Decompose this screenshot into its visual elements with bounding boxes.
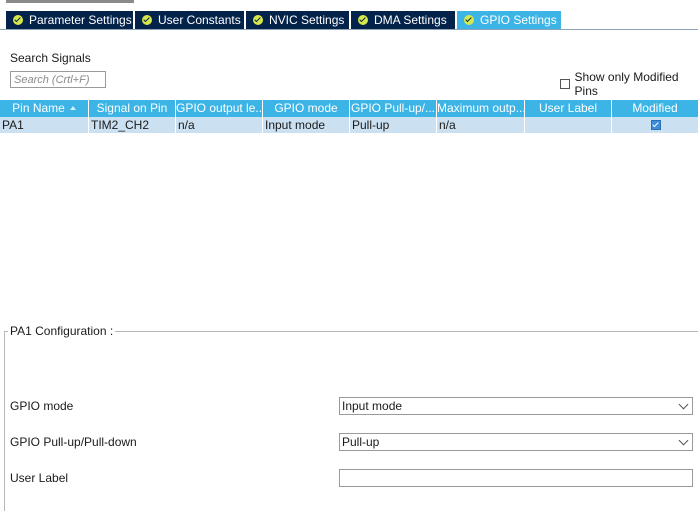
search-signals-label: Search Signals — [10, 51, 91, 65]
check-circle-icon — [253, 15, 263, 25]
cell-pin-name: PA1 — [0, 117, 89, 133]
tab-label: NVIC Settings — [269, 13, 345, 27]
gpio-mode-label: GPIO mode — [10, 399, 74, 413]
cell-gpio-mode: Input mode — [263, 117, 350, 133]
cell-signal: TIM2_CH2 — [89, 117, 176, 133]
cell-max-speed: n/a — [437, 117, 525, 133]
signals-table-header: Pin Name Signal on Pin GPIO output le...… — [0, 100, 698, 117]
tab-parameter-settings[interactable]: Parameter Settings — [6, 11, 133, 29]
check-circle-icon — [464, 15, 474, 25]
tab-nvic-settings[interactable]: NVIC Settings — [246, 11, 349, 29]
tab-gpio-settings[interactable]: GPIO Settings — [457, 11, 561, 29]
check-circle-icon — [142, 15, 152, 25]
column-header-gpio-output-level[interactable]: GPIO output le... — [176, 100, 263, 117]
tab-underline — [0, 29, 698, 30]
show-modified-checkbox[interactable] — [560, 79, 570, 89]
table-row[interactable]: PA1 TIM2_CH2 n/a Input mode Pull-up n/a — [0, 117, 698, 133]
check-circle-icon — [358, 15, 368, 25]
user-label-label: User Label — [10, 471, 69, 485]
tab-user-constants[interactable]: User Constants — [135, 11, 244, 29]
column-header-signal-on-pin[interactable]: Signal on Pin — [89, 100, 176, 117]
cell-output-level: n/a — [176, 117, 263, 133]
gpio-pull-value: Pull-up — [342, 435, 380, 449]
settings-tab-bar: Parameter Settings User Constants NVIC S… — [0, 11, 698, 29]
column-header-maximum-output-speed[interactable]: Maximum outp... — [437, 100, 525, 117]
tab-dma-settings[interactable]: DMA Settings — [351, 11, 455, 29]
gpio-pull-label: GPIO Pull-up/Pull-down — [10, 435, 137, 449]
show-modified-toggle[interactable]: Show only Modified Pins — [560, 70, 698, 98]
column-header-gpio-pull[interactable]: GPIO Pull-up/... — [350, 100, 437, 117]
cell-pull: Pull-up — [350, 117, 437, 133]
gpio-mode-select[interactable]: Input mode — [339, 397, 693, 415]
chevron-down-icon — [678, 399, 689, 410]
sort-ascending-icon — [69, 106, 76, 110]
tab-label: Parameter Settings — [29, 13, 132, 27]
search-input[interactable] — [10, 71, 106, 88]
pin-configuration-title: PA1 Configuration : — [8, 324, 116, 338]
check-circle-icon — [13, 15, 23, 25]
column-header-pin-name[interactable]: Pin Name — [0, 100, 89, 117]
tab-label: GPIO Settings — [480, 13, 557, 27]
user-label-input[interactable] — [339, 469, 693, 487]
gpio-mode-value: Input mode — [342, 399, 403, 413]
show-modified-label: Show only Modified Pins — [574, 70, 679, 98]
column-header-gpio-mode[interactable]: GPIO mode — [263, 100, 350, 117]
chevron-down-icon — [678, 435, 689, 446]
tab-label: User Constants — [158, 13, 241, 27]
cell-user-label — [525, 117, 612, 133]
column-header-modified[interactable]: Modified — [612, 100, 698, 117]
top-scroll-indicator — [6, 0, 134, 3]
column-header-user-label[interactable]: User Label — [525, 100, 612, 117]
modified-checkbox[interactable] — [651, 120, 661, 130]
tab-label: DMA Settings — [374, 13, 447, 27]
gpio-pull-select[interactable]: Pull-up — [339, 433, 693, 451]
